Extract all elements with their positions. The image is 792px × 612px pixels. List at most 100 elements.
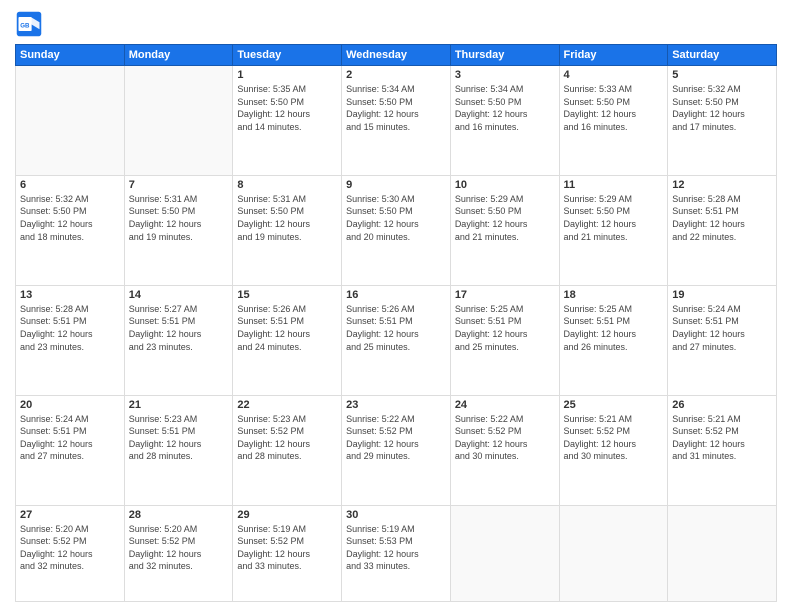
day-cell: 13Sunrise: 5:28 AM Sunset: 5:51 PM Dayli… (16, 285, 125, 395)
day-info: Sunrise: 5:26 AM Sunset: 5:51 PM Dayligh… (237, 303, 337, 353)
day-cell: 29 Sunrise: 5:19 AM Sunset: 5:52 PM Dayli… (233, 505, 342, 602)
calendar-table: SundayMondayTuesdayWednesdayThursdayFrid… (15, 44, 777, 602)
day-number: 17 (455, 289, 555, 301)
day-cell: 15 Sunrise: 5:26 AM Sunset: 5:51 PM Dayli… (233, 285, 342, 395)
day-cell: 5 Sunrise: 5:32 AM Sunset: 5:50 PM Daylig… (668, 66, 777, 176)
day-info: Sunrise: 5:20 AM Sunset: 5:52 PM Dayligh… (129, 523, 229, 573)
day-info: Sunrise: 5:29 AM Sunset: 5:50 PM Dayligh… (564, 193, 664, 243)
day-cell: 9 Sunrise: 5:30 AM Sunset: 5:50 PM Daylig… (342, 175, 451, 285)
day-info: Sunrise: 5:24 AM Sunset: 5:51 PM Dayligh… (672, 303, 772, 353)
day-info: Sunrise: 5:22 AM Sunset: 5:52 PM Dayligh… (455, 413, 555, 463)
day-number: 20 (20, 399, 120, 411)
day-cell: 27 Sunrise: 5:20 AM Sunset: 5:52 PM Dayli… (16, 505, 125, 602)
day-number: 15 (237, 289, 337, 301)
day-number: 30 (346, 509, 446, 521)
day-cell: 10 Sunrise: 5:29 AM Sunset: 5:50 PM Dayli… (450, 175, 559, 285)
day-number: 8 (237, 179, 337, 191)
day-cell: 8 Sunrise: 5:31 AM Sunset: 5:50 PM Daylig… (233, 175, 342, 285)
day-number: 6 (20, 179, 120, 191)
day-number: 26 (672, 399, 772, 411)
day-info: Sunrise: 5:34 AM Sunset: 5:50 PM Dayligh… (346, 83, 446, 133)
day-info: Sunrise: 5:28 AM Sunset: 5:51 PM Dayligh… (672, 193, 772, 243)
day-cell (450, 505, 559, 602)
day-number: 2 (346, 69, 446, 81)
day-cell: 23 Sunrise: 5:22 AM Sunset: 5:52 PM Dayli… (342, 395, 451, 505)
day-number: 23 (346, 399, 446, 411)
day-cell: 12 Sunrise: 5:28 AM Sunset: 5:51 PM Dayli… (668, 175, 777, 285)
day-number: 10 (455, 179, 555, 191)
logo: GB (15, 10, 47, 38)
day-info: Sunrise: 5:19 AM Sunset: 5:52 PM Dayligh… (237, 523, 337, 573)
day-number: 24 (455, 399, 555, 411)
day-info: Sunrise: 5:26 AM Sunset: 5:51 PM Dayligh… (346, 303, 446, 353)
day-cell: 24 Sunrise: 5:22 AM Sunset: 5:52 PM Dayli… (450, 395, 559, 505)
day-number: 22 (237, 399, 337, 411)
day-info: Sunrise: 5:28 AM Sunset: 5:51 PM Dayligh… (20, 303, 120, 353)
day-number: 5 (672, 69, 772, 81)
day-number: 27 (20, 509, 120, 521)
day-info: Sunrise: 5:35 AM Sunset: 5:50 PM Dayligh… (237, 83, 337, 133)
day-number: 21 (129, 399, 229, 411)
day-info: Sunrise: 5:25 AM Sunset: 5:51 PM Dayligh… (564, 303, 664, 353)
day-number: 16 (346, 289, 446, 301)
day-number: 12 (672, 179, 772, 191)
day-info: Sunrise: 5:31 AM Sunset: 5:50 PM Dayligh… (129, 193, 229, 243)
day-number: 9 (346, 179, 446, 191)
day-info: Sunrise: 5:32 AM Sunset: 5:50 PM Dayligh… (672, 83, 772, 133)
day-cell: 2 Sunrise: 5:34 AM Sunset: 5:50 PM Daylig… (342, 66, 451, 176)
col-header-sunday: Sunday (16, 45, 125, 66)
col-header-friday: Friday (559, 45, 668, 66)
day-info: Sunrise: 5:33 AM Sunset: 5:50 PM Dayligh… (564, 83, 664, 133)
day-info: Sunrise: 5:23 AM Sunset: 5:52 PM Dayligh… (237, 413, 337, 463)
day-cell: 14 Sunrise: 5:27 AM Sunset: 5:51 PM Dayli… (124, 285, 233, 395)
day-cell: 6Sunrise: 5:32 AM Sunset: 5:50 PM Daylig… (16, 175, 125, 285)
day-number: 18 (564, 289, 664, 301)
day-info: Sunrise: 5:31 AM Sunset: 5:50 PM Dayligh… (237, 193, 337, 243)
svg-text:GB: GB (20, 23, 30, 30)
day-number: 4 (564, 69, 664, 81)
day-info: Sunrise: 5:21 AM Sunset: 5:52 PM Dayligh… (672, 413, 772, 463)
week-row-4: 27 Sunrise: 5:20 AM Sunset: 5:52 PM Dayli… (16, 505, 777, 602)
day-number: 1 (237, 69, 337, 81)
col-header-monday: Monday (124, 45, 233, 66)
day-info: Sunrise: 5:22 AM Sunset: 5:52 PM Dayligh… (346, 413, 446, 463)
page: GB SundayMondayTuesdayWednesdayThursdayF… (0, 0, 792, 612)
day-cell: 30Sunrise: 5:19 AM Sunset: 5:53 PM Dayli… (342, 505, 451, 602)
day-cell: 17Sunrise: 5:25 AM Sunset: 5:51 PM Dayli… (450, 285, 559, 395)
day-cell: 20 Sunrise: 5:24 AM Sunset: 5:51 PM Dayli… (16, 395, 125, 505)
day-info: Sunrise: 5:34 AM Sunset: 5:50 PM Dayligh… (455, 83, 555, 133)
day-cell: 11 Sunrise: 5:29 AM Sunset: 5:50 PM Dayli… (559, 175, 668, 285)
calendar-header-row: SundayMondayTuesdayWednesdayThursdayFrid… (16, 45, 777, 66)
day-cell: 4 Sunrise: 5:33 AM Sunset: 5:50 PM Daylig… (559, 66, 668, 176)
day-cell: 22 Sunrise: 5:23 AM Sunset: 5:52 PM Dayli… (233, 395, 342, 505)
day-cell: 21 Sunrise: 5:23 AM Sunset: 5:51 PM Dayli… (124, 395, 233, 505)
day-number: 19 (672, 289, 772, 301)
day-cell: 3 Sunrise: 5:34 AM Sunset: 5:50 PM Daylig… (450, 66, 559, 176)
day-cell (668, 505, 777, 602)
col-header-wednesday: Wednesday (342, 45, 451, 66)
day-cell: 28 Sunrise: 5:20 AM Sunset: 5:52 PM Dayli… (124, 505, 233, 602)
day-cell: 1 Sunrise: 5:35 AM Sunset: 5:50 PM Daylig… (233, 66, 342, 176)
day-cell (124, 66, 233, 176)
col-header-tuesday: Tuesday (233, 45, 342, 66)
day-info: Sunrise: 5:21 AM Sunset: 5:52 PM Dayligh… (564, 413, 664, 463)
day-cell: 19 Sunrise: 5:24 AM Sunset: 5:51 PM Dayli… (668, 285, 777, 395)
day-number: 14 (129, 289, 229, 301)
day-number: 11 (564, 179, 664, 191)
week-row-2: 13Sunrise: 5:28 AM Sunset: 5:51 PM Dayli… (16, 285, 777, 395)
day-cell: 16 Sunrise: 5:26 AM Sunset: 5:51 PM Dayli… (342, 285, 451, 395)
day-number: 3 (455, 69, 555, 81)
day-info: Sunrise: 5:24 AM Sunset: 5:51 PM Dayligh… (20, 413, 120, 463)
day-number: 29 (237, 509, 337, 521)
day-cell: 18 Sunrise: 5:25 AM Sunset: 5:51 PM Dayli… (559, 285, 668, 395)
day-info: Sunrise: 5:30 AM Sunset: 5:50 PM Dayligh… (346, 193, 446, 243)
day-number: 28 (129, 509, 229, 521)
day-info: Sunrise: 5:27 AM Sunset: 5:51 PM Dayligh… (129, 303, 229, 353)
col-header-thursday: Thursday (450, 45, 559, 66)
day-number: 7 (129, 179, 229, 191)
day-info: Sunrise: 5:20 AM Sunset: 5:52 PM Dayligh… (20, 523, 120, 573)
day-info: Sunrise: 5:23 AM Sunset: 5:51 PM Dayligh… (129, 413, 229, 463)
week-row-1: 6Sunrise: 5:32 AM Sunset: 5:50 PM Daylig… (16, 175, 777, 285)
day-info: Sunrise: 5:29 AM Sunset: 5:50 PM Dayligh… (455, 193, 555, 243)
day-cell (559, 505, 668, 602)
